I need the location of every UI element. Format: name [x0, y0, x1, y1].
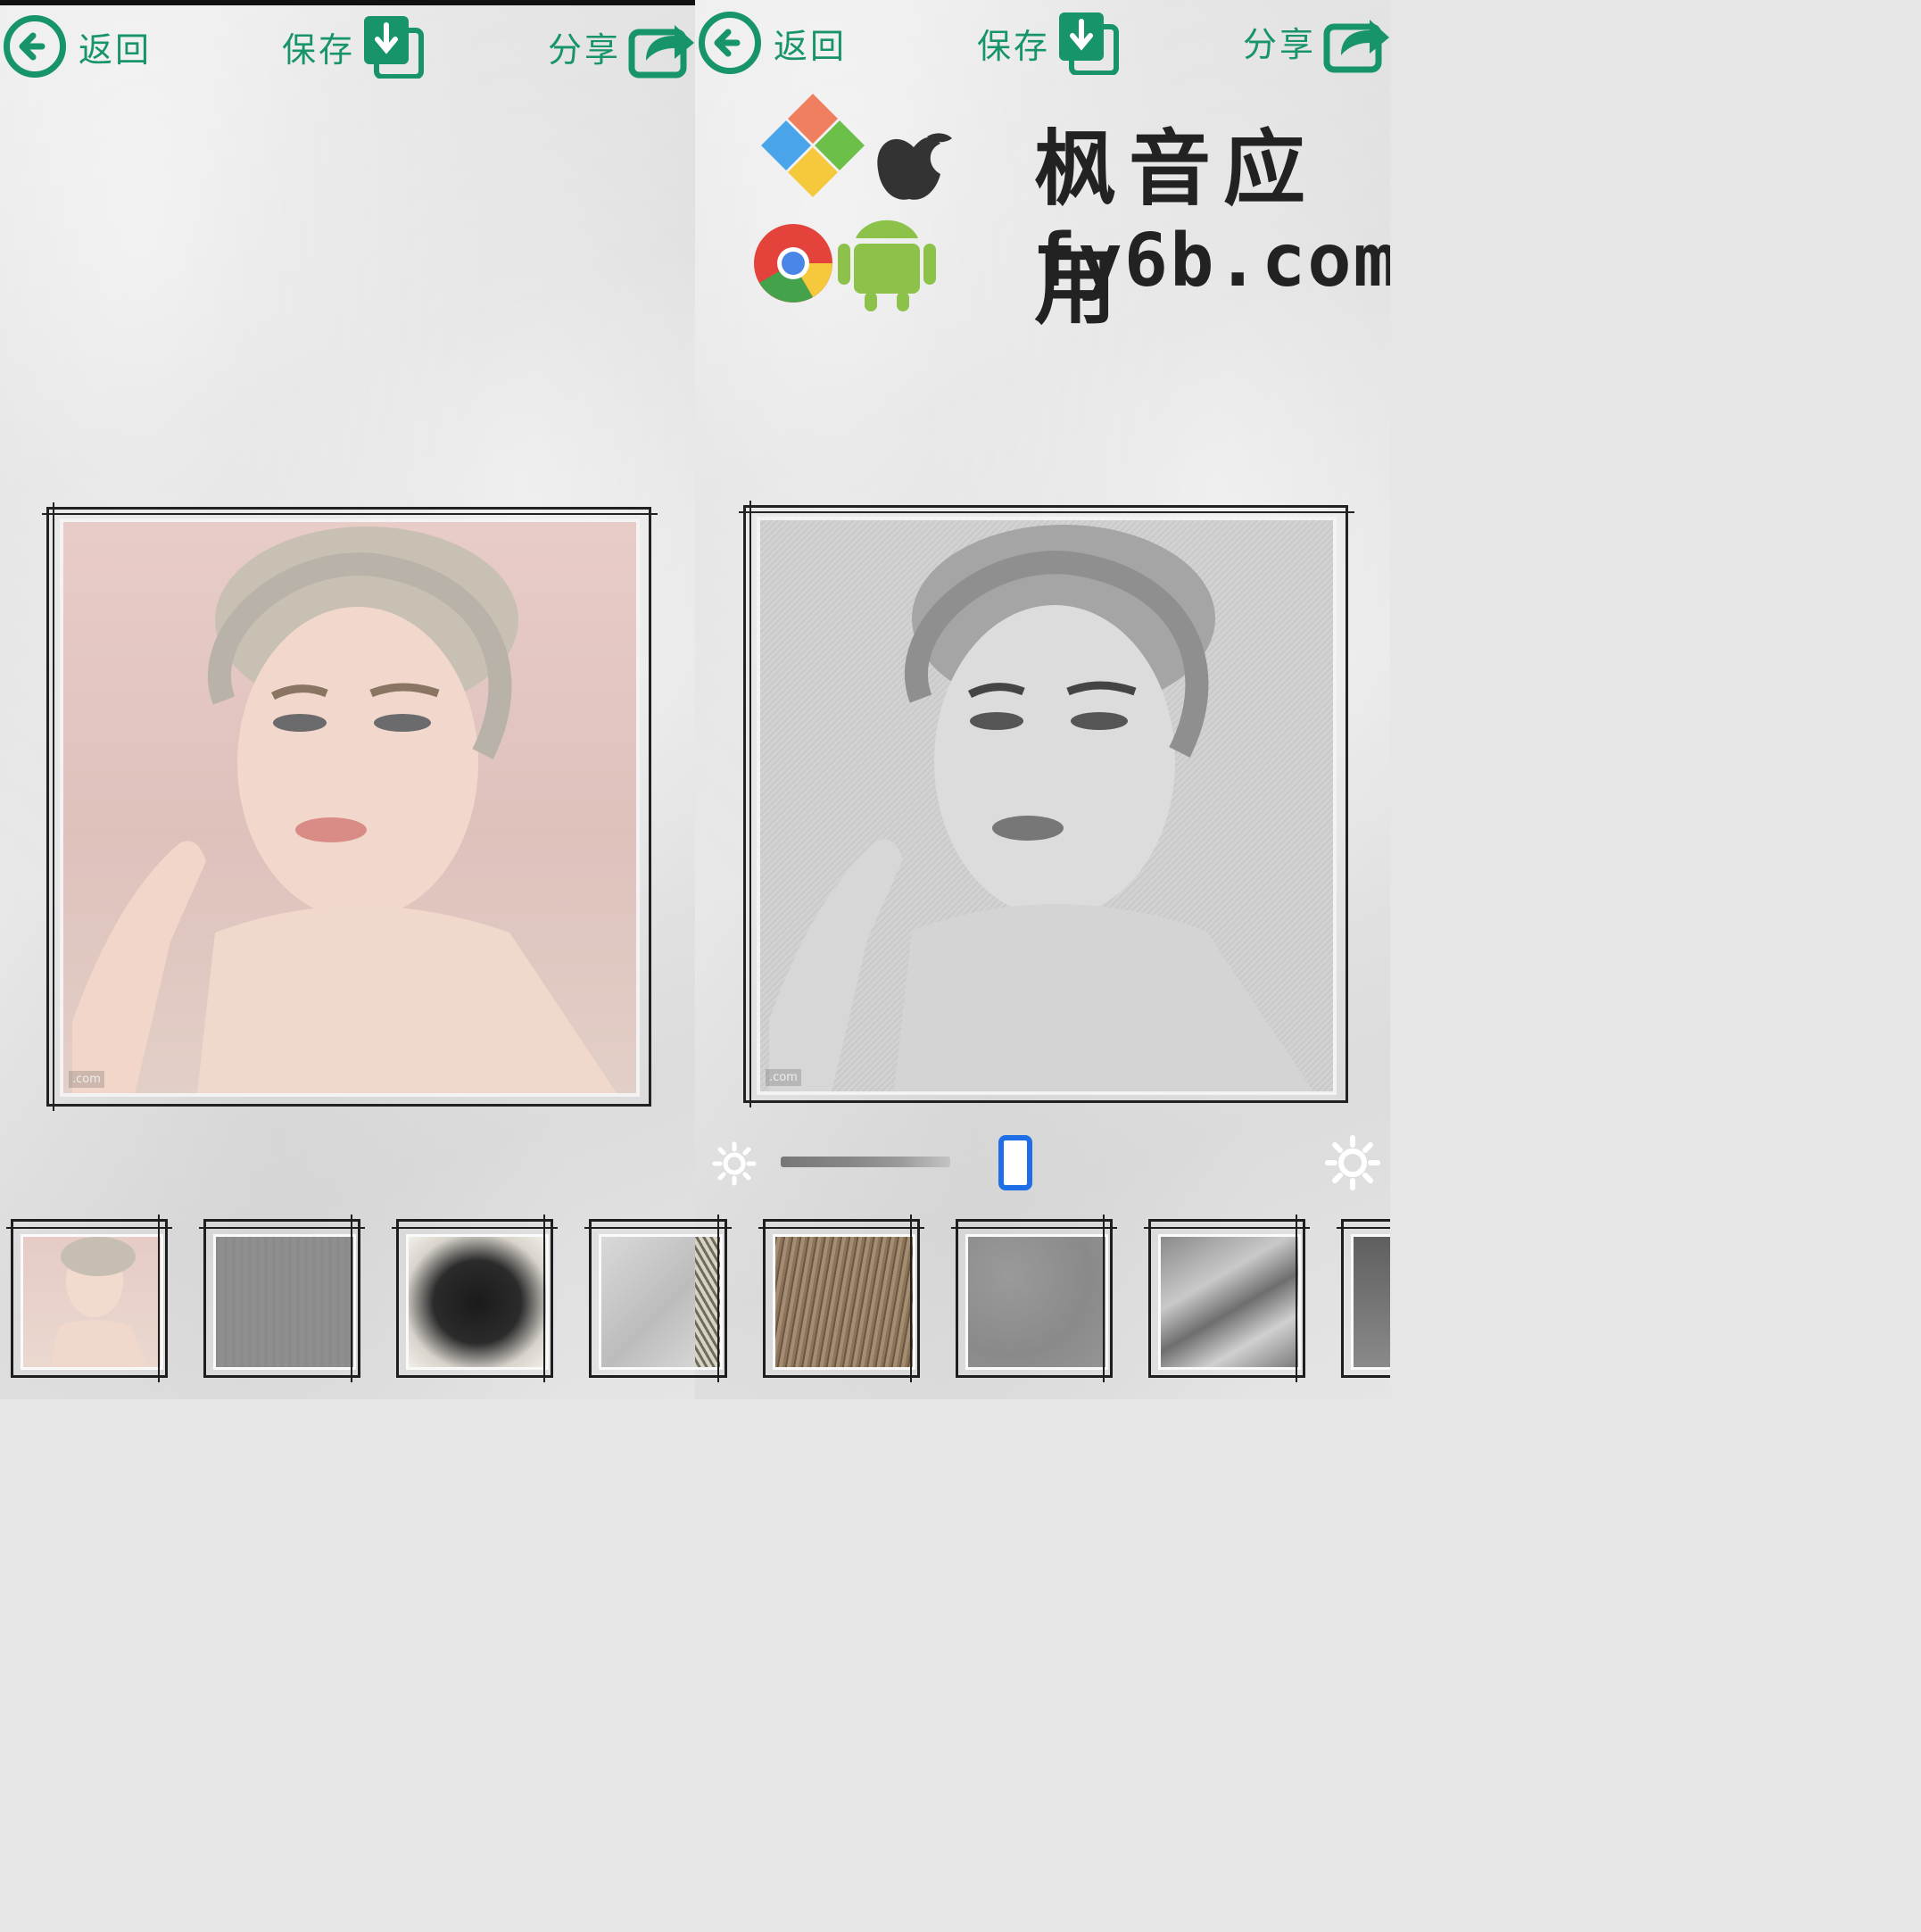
share-button[interactable]: 分享 — [1243, 4, 1390, 79]
top-toolbar: 返回 保存 分享 — [0, 0, 695, 98]
right-panel: 返回 保存 分享 枫音应用 fy6b.com .com — [695, 0, 1390, 1399]
intensity-slider-handle[interactable] — [998, 1135, 1032, 1190]
portrait-illustration — [72, 527, 617, 1093]
thumb-gray-paper-image — [965, 1234, 1108, 1370]
thumb-pencil-light-image — [599, 1234, 695, 1370]
thumb-brown-scribble-image — [773, 1234, 915, 1370]
sketch-portrait-illustration — [769, 525, 1313, 1091]
back-label: 返回 — [774, 26, 848, 66]
thumb-pencil-light-image — [695, 1234, 723, 1370]
share-label: 分享 — [548, 29, 622, 70]
save-button[interactable]: 保存 — [282, 9, 425, 84]
thumb-brown-scribble[interactable] — [758, 1215, 924, 1382]
back-button[interactable]: 返回 — [699, 5, 847, 80]
thumb-charcoal-scribble-image — [406, 1234, 549, 1370]
save-label: 保存 — [977, 26, 1051, 66]
intensity-slider-row — [695, 1124, 1390, 1205]
photo-watermark: .com — [766, 1069, 801, 1086]
back-arrow-icon — [4, 15, 66, 78]
thumb-gray-texture-image — [213, 1234, 356, 1370]
brightness-high-icon[interactable] — [1325, 1135, 1380, 1190]
site-watermark: 枫音应用 fy6b.com — [749, 94, 1390, 336]
thumb-original[interactable] — [6, 1215, 172, 1382]
texture-strip-right — [695, 1214, 1390, 1392]
back-button[interactable]: 返回 — [4, 9, 152, 84]
top-toolbar: 返回 保存 分享 — [695, 0, 1390, 98]
download-icon — [1057, 11, 1120, 76]
back-arrow-icon — [699, 12, 761, 74]
texture-strip-left — [0, 1214, 695, 1392]
photo-frame: .com — [739, 501, 1354, 1107]
photo-frame: .com — [42, 502, 658, 1111]
thumb-pencil-light[interactable] — [584, 1219, 695, 1378]
watermark-url: fy6b.com — [1032, 219, 1390, 303]
thumb-crumpled-sketch[interactable] — [1144, 1215, 1310, 1382]
thumb-dark-texture[interactable] — [1337, 1219, 1390, 1378]
original-photo: .com — [60, 518, 640, 1097]
share-label: 分享 — [1243, 24, 1317, 64]
thumb-original-image — [21, 1234, 163, 1370]
thumb-pencil-light[interactable] — [695, 1215, 732, 1382]
photo-watermark: .com — [69, 1071, 104, 1088]
thumb-crumpled-sketch-image — [1158, 1234, 1301, 1370]
thumb-gray-texture[interactable] — [199, 1215, 365, 1382]
thumb-charcoal-scribble[interactable] — [392, 1215, 558, 1382]
left-panel: 返回 保存 分享 .com — [0, 0, 695, 1399]
platform-logos-icon — [754, 94, 952, 311]
thumb-dark-texture-image — [1351, 1234, 1390, 1370]
save-label: 保存 — [282, 29, 356, 70]
intensity-slider-track[interactable] — [781, 1157, 950, 1167]
sketch-photo: .com — [757, 517, 1337, 1095]
thumb-gray-paper[interactable] — [951, 1215, 1117, 1382]
share-icon — [1323, 9, 1390, 73]
back-label: 返回 — [79, 29, 153, 70]
share-icon — [628, 14, 695, 79]
brightness-low-icon[interactable] — [711, 1140, 758, 1187]
share-button[interactable]: 分享 — [548, 9, 695, 84]
download-icon — [362, 14, 425, 79]
save-button[interactable]: 保存 — [977, 5, 1120, 80]
